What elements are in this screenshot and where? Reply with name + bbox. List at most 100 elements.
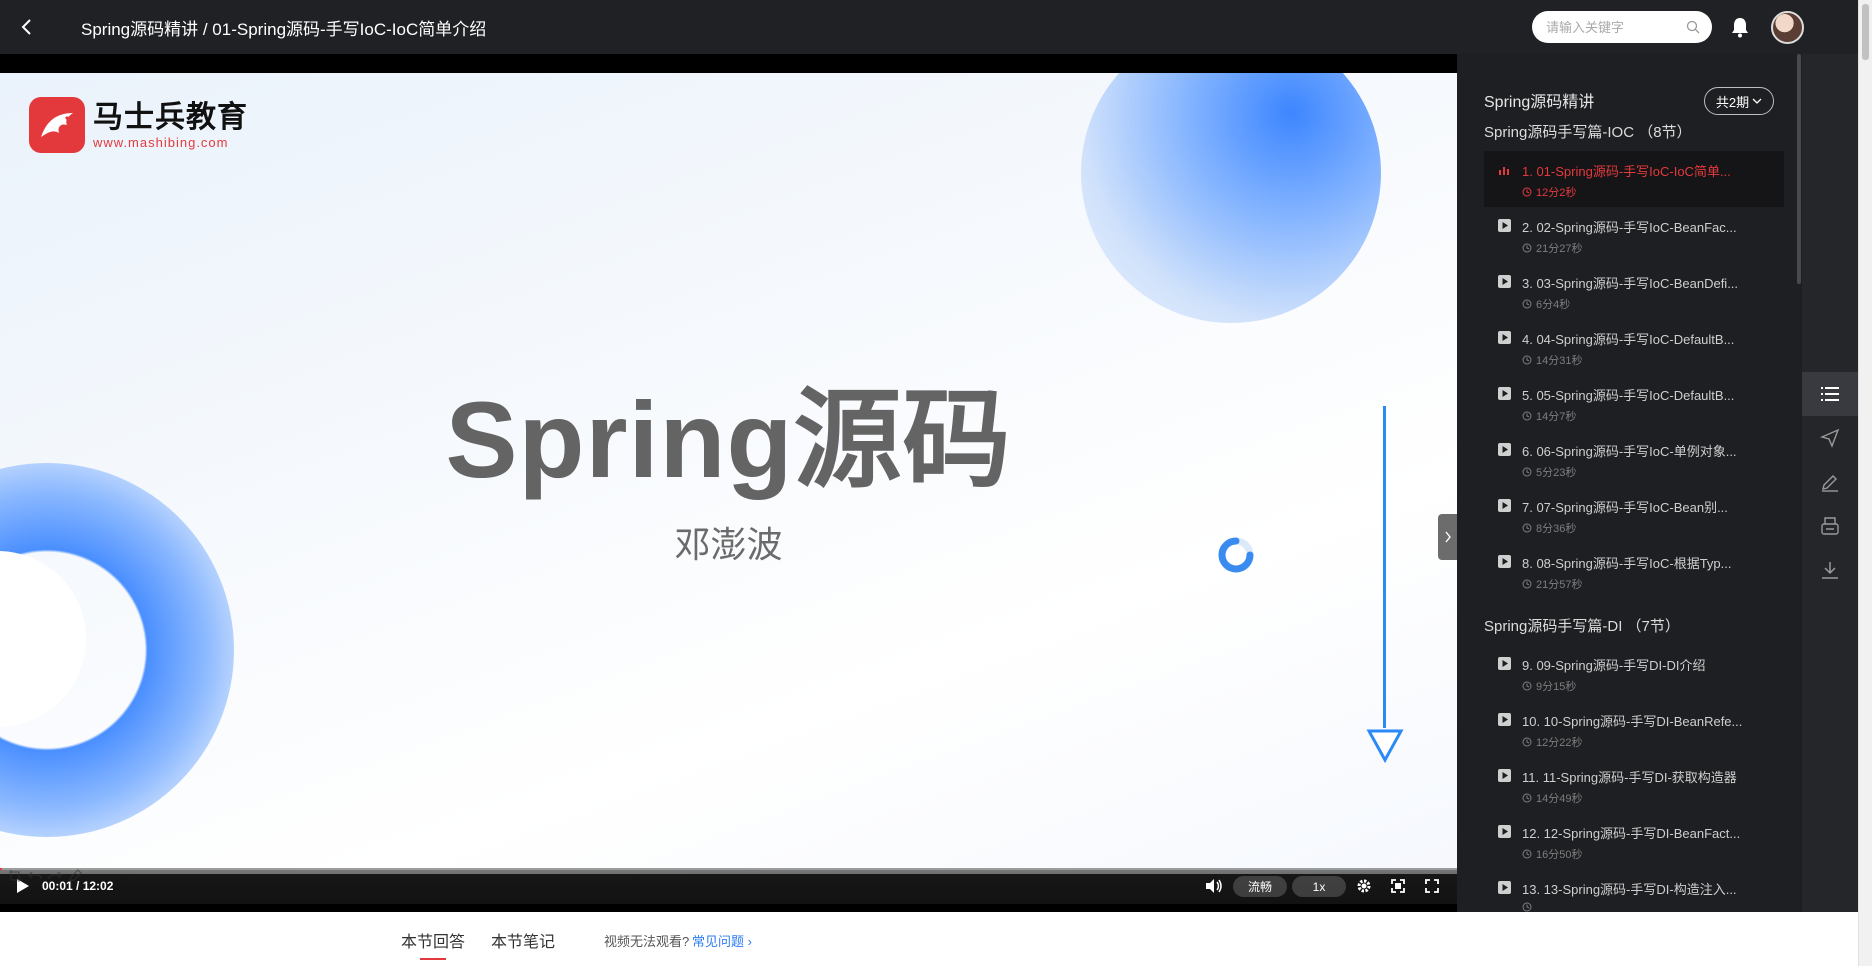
clock-icon	[1522, 243, 1532, 253]
avatar[interactable]	[1771, 11, 1804, 44]
chevron-right-icon	[1444, 531, 1451, 543]
lesson-duration-text: 6分4秒	[1536, 299, 1571, 311]
lesson-item[interactable]: 13. 13-Spring源码-手写DI-构造注入...	[1484, 869, 1784, 912]
lesson-duration: 12分22秒	[1522, 734, 1582, 750]
volume-icon[interactable]	[1205, 878, 1223, 894]
redo-icon[interactable]	[48, 869, 62, 883]
quality-button[interactable]: 流畅	[1233, 876, 1287, 897]
download-icon	[1822, 562, 1838, 579]
play-square-icon	[1498, 387, 1511, 400]
course-title: Spring源码精讲	[1484, 94, 1595, 111]
lesson-duration-text: 14分49秒	[1536, 793, 1583, 805]
period-select-button[interactable]: 共2期	[1704, 87, 1774, 115]
undo-icon[interactable]	[28, 869, 42, 883]
lesson-tabs: 本节回答 本节笔记 视频无法观看? 常见问题 ›	[0, 912, 1858, 966]
clock-icon	[1522, 902, 1532, 912]
settings-gear-icon[interactable]	[1356, 878, 1372, 894]
web-fullscreen-icon[interactable]	[1390, 878, 1406, 894]
page-scrollbar-thumb[interactable]	[1862, 4, 1869, 60]
play-square-icon	[1498, 825, 1511, 838]
arrow-down-icon	[1366, 729, 1404, 764]
video-frame[interactable]: 马士兵教育 www.mashibing.com Spring源码 邓澎波	[0, 73, 1457, 874]
bell-icon[interactable]	[1730, 16, 1750, 38]
tab-notes[interactable]: 本节笔记	[491, 928, 555, 952]
clock-icon	[1522, 793, 1532, 803]
lesson-item[interactable]: 6. 06-Spring源码-手写IoC-单例对象... 5分23秒	[1484, 431, 1784, 487]
send-icon	[1820, 428, 1840, 448]
faq-link[interactable]: 常见问题 ›	[692, 931, 752, 950]
playlist-panel: Spring源码精讲 共2期 Spring源码手写篇-IOC （8节） 1. 01…	[1457, 54, 1802, 912]
lesson-item[interactable]: 10. 10-Spring源码-手写DI-BeanRefe... 12分22秒	[1484, 701, 1784, 757]
lesson-title: 5. 05-Spring源码-手写IoC-DefaultB...	[1522, 388, 1735, 403]
search-input[interactable]	[1544, 18, 1684, 36]
section-title: Spring源码手写篇-IOC （8节）	[1484, 124, 1692, 141]
help-text: 视频无法观看?	[604, 934, 690, 949]
rail-edit-button[interactable]	[1802, 460, 1858, 504]
progress-bar[interactable]	[0, 868, 1457, 870]
rail-send-button[interactable]	[1802, 416, 1858, 460]
logo-url: www.mashibing.com	[93, 134, 229, 150]
lesson-item[interactable]: 9. 09-Spring源码-手写DI-DI介绍 9分15秒	[1484, 645, 1784, 701]
arrow-line	[1383, 406, 1386, 728]
video-player[interactable]: 马士兵教育 www.mashibing.com Spring源码 邓澎波	[0, 54, 1457, 912]
play-square-icon	[1498, 555, 1511, 568]
lesson-title: 10. 10-Spring源码-手写DI-BeanRefe...	[1522, 714, 1743, 729]
lesson-duration-text: 8分36秒	[1536, 523, 1577, 535]
rail-download-button[interactable]	[1802, 548, 1858, 592]
play-square-icon	[1498, 443, 1511, 456]
tool-rail	[1802, 54, 1858, 912]
play-square-icon	[1498, 657, 1511, 670]
lesson-item[interactable]: 2. 02-Spring源码-手写IoC-BeanFac... 21分27秒	[1484, 207, 1784, 263]
page-title: Spring源码精讲 / 01-Spring源码-手写IoC-IoC简单介绍	[81, 19, 487, 39]
search-icon[interactable]	[1686, 20, 1700, 34]
lesson-duration-text: 14分7秒	[1536, 411, 1577, 423]
play-square-icon	[1498, 713, 1511, 726]
clock-icon	[1522, 849, 1532, 859]
lesson-title: 4. 04-Spring源码-手写IoC-DefaultB...	[1522, 332, 1735, 347]
lesson-item[interactable]: 8. 08-Spring源码-手写IoC-根据Typ... 21分57秒	[1484, 543, 1784, 599]
lesson-item[interactable]: 7. 07-Spring源码-手写IoC-Bean别... 8分36秒	[1484, 487, 1784, 543]
chevron-left-icon	[21, 19, 31, 35]
lesson-title: 1. 01-Spring源码-手写IoC-IoC简单...	[1522, 164, 1731, 179]
slide-title: Spring源码	[445, 379, 1012, 500]
lesson-title: 2. 02-Spring源码-手写IoC-BeanFac...	[1522, 220, 1737, 235]
inbox-icon	[1821, 517, 1839, 535]
lesson-item[interactable]: 1. 01-Spring源码-手写IoC-IoC简单... 12分2秒	[1484, 151, 1784, 207]
lesson-item[interactable]: 11. 11-Spring源码-手写DI-获取构造器 14分49秒	[1484, 757, 1784, 813]
page-scrollbar[interactable]	[1858, 0, 1872, 966]
lesson-item[interactable]: 3. 03-Spring源码-手写IoC-BeanDefi... 6分4秒	[1484, 263, 1784, 319]
playing-bars-icon	[1499, 167, 1509, 175]
lesson-title: 7. 07-Spring源码-手写IoC-Bean别...	[1522, 500, 1728, 515]
clock-icon	[1522, 187, 1532, 197]
lesson-duration: 14分31秒	[1522, 352, 1582, 368]
player-controls: 00:01 / 12:02 流畅 1x	[0, 868, 1457, 904]
play-square-icon	[1498, 881, 1511, 894]
crop-icon[interactable]	[8, 869, 22, 883]
playlist-scrollbar[interactable]	[1797, 54, 1801, 284]
tab-qa[interactable]: 本节回答	[401, 928, 465, 952]
collapse-panel-button[interactable]	[1438, 514, 1457, 560]
lesson-title: 8. 08-Spring源码-手写IoC-根据Typ...	[1522, 556, 1732, 571]
play-square-icon	[1498, 331, 1511, 344]
list-icon	[1821, 387, 1839, 401]
rail-list-button[interactable]	[1802, 372, 1858, 416]
search-box[interactable]	[1532, 11, 1712, 43]
lesson-duration-text: 21分57秒	[1536, 579, 1583, 591]
section-title: Spring源码手写篇-DI （7节）	[1484, 618, 1680, 635]
pen-icon[interactable]	[68, 869, 82, 883]
lesson-item[interactable]: 12. 12-Spring源码-手写DI-BeanFact... 16分50秒	[1484, 813, 1784, 869]
speed-button[interactable]: 1x	[1292, 876, 1346, 897]
lesson-duration: 14分7秒	[1522, 408, 1576, 424]
lesson-item[interactable]: 5. 05-Spring源码-手写IoC-DefaultB... 14分7秒	[1484, 375, 1784, 431]
lesson-title: 13. 13-Spring源码-手写DI-构造注入...	[1522, 882, 1737, 897]
rail-inbox-button[interactable]	[1802, 504, 1858, 548]
lesson-title: 12. 12-Spring源码-手写DI-BeanFact...	[1522, 826, 1741, 841]
lesson-duration-text: 16分50秒	[1536, 849, 1583, 861]
clock-icon	[1522, 299, 1532, 309]
lesson-item[interactable]: 4. 04-Spring源码-手写IoC-DefaultB... 14分31秒	[1484, 319, 1784, 375]
lesson-duration: 9分15秒	[1522, 678, 1576, 694]
back-button[interactable]	[0, 0, 54, 54]
lesson-duration-text: 5分23秒	[1536, 467, 1577, 479]
fullscreen-icon[interactable]	[1424, 878, 1440, 894]
lesson-duration: 16分50秒	[1522, 846, 1582, 862]
